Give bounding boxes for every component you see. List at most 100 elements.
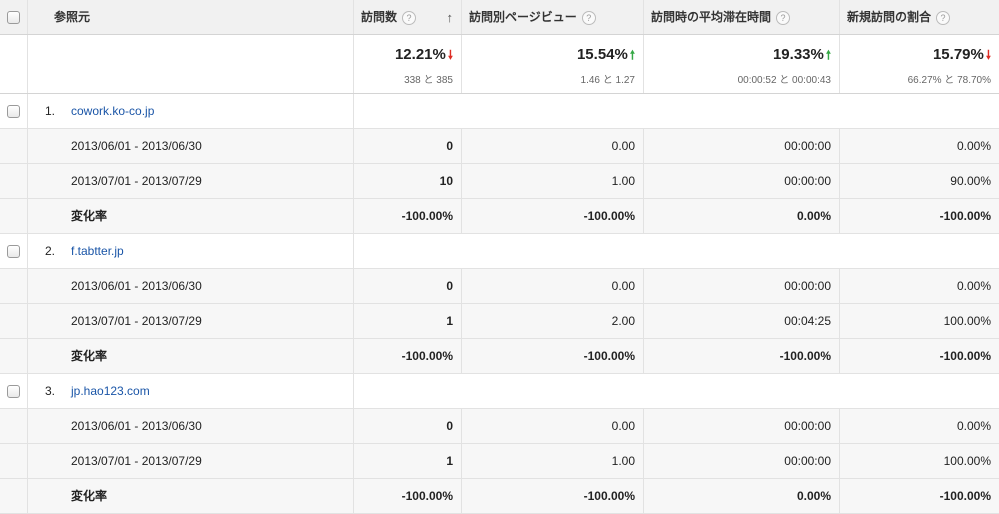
row-checkbox[interactable] [7,385,20,398]
source-row-empty [353,234,999,268]
select-all-checkbox[interactable] [7,11,20,24]
select-all-cell [0,0,27,34]
row-spacer [0,444,27,478]
row-spacer [0,409,27,443]
new-visit-pct-change: -100.00% [839,199,999,233]
visits-change: -100.00% [353,339,461,373]
new-visit-pct-value: 90.00% [839,164,999,198]
help-icon[interactable]: ? [936,10,951,25]
visits-value: 1 [353,304,461,338]
table-row: 2013/07/01 - 2013/07/29 10 1.00 00:00:00… [0,164,999,199]
summary-newp-compare: 66.27% と 78.70% [907,75,991,86]
column-header-source[interactable]: 参照元 [27,0,353,34]
column-header-avg-duration-label: 訪問時の平均滞在時間 [651,10,772,24]
visits-value: 10 [353,164,461,198]
summary-ppv-change: 15.54% 🠕 [577,46,635,67]
row-select-cell [0,234,27,268]
pages-per-visit-change: -100.00% [461,199,643,233]
row-spacer [0,479,27,513]
column-header-visits[interactable]: 訪問数? ↑ [353,0,461,34]
column-header-new-visit-pct[interactable]: 新規訪問の割合? [839,0,999,34]
pages-per-visit-change: -100.00% [461,479,643,513]
summary-duration-change: 19.33% 🠕 [773,46,831,67]
table-row: 2013/07/01 - 2013/07/29 1 2.00 00:04:25 … [0,304,999,339]
source-cell: 2. f.tabtter.jp [27,234,353,268]
date-range-label: 2013/07/01 - 2013/07/29 [27,304,353,338]
change-rate-label: 変化率 [27,339,353,373]
visits-change: -100.00% [353,479,461,513]
avg-duration-change: 0.00% [643,199,839,233]
visits-value: 0 [353,409,461,443]
date-range-label: 2013/07/01 - 2013/07/29 [27,444,353,478]
change-rate-label: 変化率 [27,479,353,513]
table-row: 2013/06/01 - 2013/06/30 0 0.00 00:00:00 … [0,269,999,304]
change-rate-label: 変化率 [27,199,353,233]
row-index: 3. [45,384,56,398]
arrow-up-icon: 🠕 [825,48,831,62]
summary-ppv-pct: 15.54% [576,46,628,63]
avg-duration-value: 00:00:00 [643,444,839,478]
table-row: 2013/06/01 - 2013/06/30 0 0.00 00:00:00 … [0,129,999,164]
column-header-source-label: 参照元 [54,10,91,24]
new-visit-pct-change: -100.00% [839,479,999,513]
column-header-pages-per-visit-label: 訪問別ページビュー [469,10,577,24]
change-rate-row: 変化率 -100.00% -100.00% 0.00% -100.00% [0,199,999,234]
pages-per-visit-value: 0.00 [461,409,643,443]
row-index: 2. [45,244,56,258]
row-spacer [0,339,27,373]
source-link[interactable]: f.tabtter.jp [71,234,124,269]
report-table: 参照元 訪問数? ↑ 訪問別ページビュー? 訪問時の平均滞在時間? 新規訪問の割… [0,0,999,514]
summary-row: 12.21% 🠗 338 と 385 15.54% 🠕 1.46 と 1.27 19… [0,35,999,94]
summary-duration-pct: 19.33% [772,46,824,63]
source-link[interactable]: cowork.ko-co.jp [71,94,154,129]
column-header-new-visit-pct-label: 新規訪問の割合 [847,10,932,24]
avg-duration-value: 00:00:00 [643,164,839,198]
source-row-empty [353,374,999,408]
visits-value: 1 [353,444,461,478]
arrow-down-icon: 🠗 [985,48,991,62]
column-header-pages-per-visit[interactable]: 訪問別ページビュー? [461,0,643,34]
visits-change: -100.00% [353,199,461,233]
column-header-visits-label: 訪問数 [361,10,398,24]
source-link[interactable]: jp.hao123.com [71,374,150,409]
pages-per-visit-value: 2.00 [461,304,643,338]
pages-per-visit-change: -100.00% [461,339,643,373]
source-cell: 1. cowork.ko-co.jp [27,94,353,128]
row-spacer [0,269,27,303]
row-spacer [0,199,27,233]
date-range-label: 2013/06/01 - 2013/06/30 [27,409,353,443]
arrow-down-icon: 🠗 [447,48,453,62]
date-range-label: 2013/07/01 - 2013/07/29 [27,164,353,198]
avg-duration-value: 00:00:00 [643,269,839,303]
summary-visits: 12.21% 🠗 338 と 385 [353,35,461,93]
avg-duration-change: -100.00% [643,339,839,373]
row-checkbox[interactable] [7,105,20,118]
summary-newp-change: 15.79% 🠗 [933,46,991,67]
pages-per-visit-value: 1.00 [461,164,643,198]
help-icon[interactable]: ? [776,10,791,25]
new-visit-pct-value: 0.00% [839,409,999,443]
summary-visits-compare: 338 と 385 [404,75,453,86]
table-row: 2013/07/01 - 2013/07/29 1 1.00 00:00:00 … [0,444,999,479]
change-rate-row: 変化率 -100.00% -100.00% -100.00% -100.00% [0,339,999,374]
summary-avg-duration: 19.33% 🠕 00:00:52 と 00:00:43 [643,35,839,93]
new-visit-pct-value: 0.00% [839,269,999,303]
summary-source-cell [27,35,353,93]
table-row: 2013/06/01 - 2013/06/30 0 0.00 00:00:00 … [0,409,999,444]
help-icon[interactable]: ? [581,10,596,25]
row-select-cell [0,94,27,128]
summary-new-visit-pct: 15.79% 🠗 66.27% と 78.70% [839,35,999,93]
avg-duration-value: 00:00:00 [643,129,839,163]
row-checkbox[interactable] [7,245,20,258]
column-header-avg-duration[interactable]: 訪問時の平均滞在時間? [643,0,839,34]
help-icon[interactable]: ? [402,10,417,25]
date-range-label: 2013/06/01 - 2013/06/30 [27,129,353,163]
summary-visits-change: 12.21% 🠗 [395,46,453,67]
summary-visits-pct: 12.21% [394,46,446,63]
new-visit-pct-value: 100.00% [839,444,999,478]
visits-value: 0 [353,129,461,163]
source-row: 2. f.tabtter.jp [0,234,999,269]
sort-ascending-icon[interactable]: ↑ [447,0,454,35]
pages-per-visit-value: 0.00 [461,129,643,163]
row-select-cell [0,374,27,408]
